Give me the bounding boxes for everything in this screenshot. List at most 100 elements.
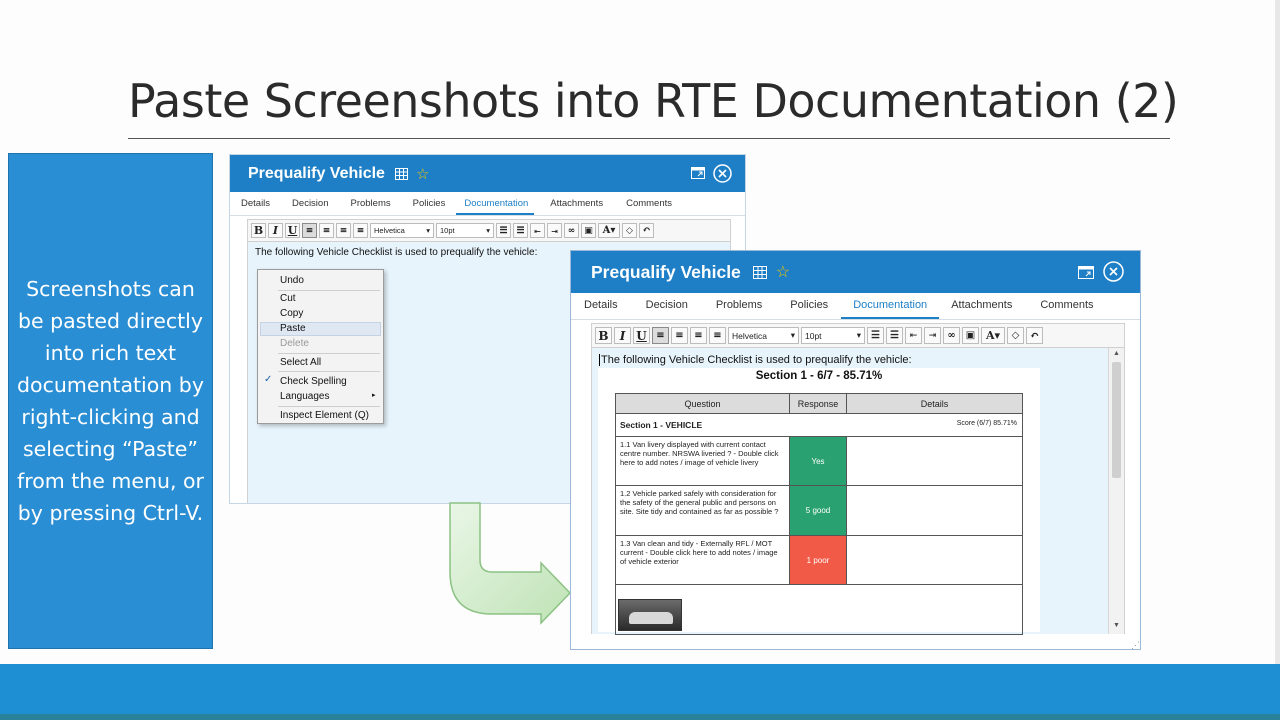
slide-footer-bar [0, 664, 1280, 720]
italic-button[interactable]: I [268, 223, 283, 238]
italic-button[interactable]: I [614, 327, 631, 344]
popout-icon[interactable] [691, 167, 705, 179]
font-size-select[interactable]: 10pt ▾ [801, 327, 865, 344]
editor-scrollbar[interactable]: ▲ ▼ [1108, 348, 1124, 634]
menu-item-undo[interactable]: Undo [280, 275, 304, 286]
link-icon[interactable]: ∞ [564, 223, 579, 238]
tab-details[interactable]: Details [230, 192, 278, 215]
tab-documentation[interactable]: Documentation [841, 293, 940, 319]
image-icon[interactable]: ▣ [962, 327, 979, 344]
table-row [615, 584, 1023, 635]
numbered-list-icon[interactable]: ☰ [513, 223, 528, 238]
slide-edge [1275, 0, 1280, 664]
tab-policies[interactable]: Policies [776, 293, 841, 319]
menu-item-languages[interactable]: Languages [280, 391, 330, 402]
menu-item-inspect-element[interactable]: Inspect Element (Q) [280, 410, 369, 421]
question-cell: 1.2 Vehicle parked safely with considera… [615, 485, 790, 536]
menu-item-cut[interactable]: Cut [280, 293, 296, 304]
response-cell: 1 poor [789, 535, 847, 585]
menu-item-paste[interactable]: Paste [280, 323, 306, 334]
menu-item-copy[interactable]: Copy [280, 308, 303, 319]
details-cell[interactable] [846, 436, 1023, 486]
star-icon[interactable]: ☆ [416, 165, 429, 183]
menu-separator [278, 371, 380, 372]
font-size-select[interactable]: 10pt ▾ [436, 223, 494, 238]
underline-button[interactable]: U [633, 327, 650, 344]
close-icon[interactable] [1103, 261, 1124, 282]
link-icon[interactable]: ∞ [943, 327, 960, 344]
window-header: Prequalify Vehicle ☆ [571, 251, 1140, 293]
tab-attachments[interactable]: Attachments [534, 192, 614, 215]
table-icon[interactable] [752, 265, 767, 279]
align-right-icon[interactable]: ≡ [690, 327, 707, 344]
eraser-icon[interactable]: ◇ [622, 223, 637, 238]
tab-comments[interactable]: Comments [614, 192, 683, 215]
undo-icon[interactable]: ↶ [1026, 327, 1043, 344]
align-center-icon[interactable]: ≡ [671, 327, 688, 344]
scrollbar-thumb[interactable] [1112, 362, 1121, 478]
align-center-icon[interactable]: ≡ [319, 223, 334, 238]
checklist-table: Question Response Details Section 1 - VE… [615, 393, 1023, 635]
table-row: 1.3 Van clean and tidy - Externally RFL … [615, 535, 1023, 585]
tab-documentation[interactable]: Documentation [456, 192, 535, 215]
editor-text: The following Vehicle Checklist is used … [255, 247, 538, 258]
tab-problems[interactable]: Problems [702, 293, 776, 319]
align-left-icon[interactable]: ≡ [652, 327, 669, 344]
tab-attachments[interactable]: Attachments [939, 293, 1026, 319]
resize-grip-icon[interactable]: ⋰ [1131, 640, 1140, 651]
vehicle-shape [629, 612, 673, 624]
text-color-icon[interactable]: A▾ [598, 223, 620, 238]
tab-details[interactable]: Details [571, 293, 632, 319]
justify-icon[interactable]: ≡ [353, 223, 368, 238]
menu-item-check-spelling[interactable]: Check Spelling [280, 376, 347, 387]
chevron-down-icon: ▾ [790, 330, 795, 340]
details-cell[interactable] [846, 535, 1023, 585]
star-icon[interactable]: ☆ [776, 262, 790, 282]
undo-icon[interactable]: ↶ [639, 223, 654, 238]
tab-decision[interactable]: Decision [632, 293, 702, 319]
outdent-icon[interactable]: ⇤ [530, 223, 545, 238]
popout-icon[interactable] [1078, 266, 1094, 279]
vehicle-thumbnail[interactable] [618, 599, 682, 631]
details-cell[interactable] [846, 485, 1023, 536]
submenu-arrow-icon: ▸ [372, 392, 376, 399]
tab-comments[interactable]: Comments [1026, 293, 1107, 319]
indent-icon[interactable]: ⇥ [547, 223, 562, 238]
table-icon[interactable] [394, 167, 408, 180]
font-family-value: Helvetica [732, 330, 767, 341]
tab-problems[interactable]: Problems [339, 192, 401, 215]
bold-button[interactable]: B [595, 327, 612, 344]
text-color-icon[interactable]: A▾ [981, 327, 1005, 344]
table-row: Section 1 - VEHICLE Score (6/7) 85.71% [615, 413, 1023, 437]
scroll-up-icon[interactable]: ▲ [1113, 350, 1120, 357]
table-header-row: Question Response Details [615, 393, 1023, 414]
tab-bar: Details Decision Problems Policies Docum… [571, 293, 1140, 320]
eraser-icon[interactable]: ◇ [1007, 327, 1024, 344]
scroll-down-icon[interactable]: ▼ [1113, 622, 1120, 629]
footer-shade [0, 714, 1280, 720]
menu-item-select-all[interactable]: Select All [280, 357, 321, 368]
response-cell: Yes [789, 436, 847, 486]
indent-icon[interactable]: ⇥ [924, 327, 941, 344]
font-family-select[interactable]: Helvetica ▾ [370, 223, 434, 238]
underline-button[interactable]: U [285, 223, 300, 238]
image-icon[interactable]: ▣ [581, 223, 596, 238]
bold-button[interactable]: B [251, 223, 266, 238]
bullet-list-icon[interactable]: ☰ [867, 327, 884, 344]
close-icon[interactable] [713, 164, 732, 183]
description-text: Screenshots can be pasted directly into … [17, 277, 204, 525]
justify-icon[interactable]: ≡ [709, 327, 726, 344]
numbered-list-icon[interactable]: ☰ [886, 327, 903, 344]
align-right-icon[interactable]: ≡ [336, 223, 351, 238]
menu-separator [278, 353, 380, 354]
tab-policies[interactable]: Policies [402, 192, 457, 215]
align-left-icon[interactable]: ≡ [302, 223, 317, 238]
menu-separator [278, 290, 380, 291]
tab-decision[interactable]: Decision [278, 192, 339, 215]
checklist-heading: Section 1 - 6/7 - 85.71% [755, 370, 883, 382]
font-family-select[interactable]: Helvetica ▾ [728, 327, 799, 344]
outdent-icon[interactable]: ⇤ [905, 327, 922, 344]
editor-toolbar: B I U ≡ ≡ ≡ ≡ Helvetica ▾ 10pt ▾ ☰ ☰ ⇤ ⇥ ∞… [248, 220, 730, 242]
question-cell: 1.1 Van livery displayed with current co… [615, 436, 790, 486]
bullet-list-icon[interactable]: ☰ [496, 223, 511, 238]
